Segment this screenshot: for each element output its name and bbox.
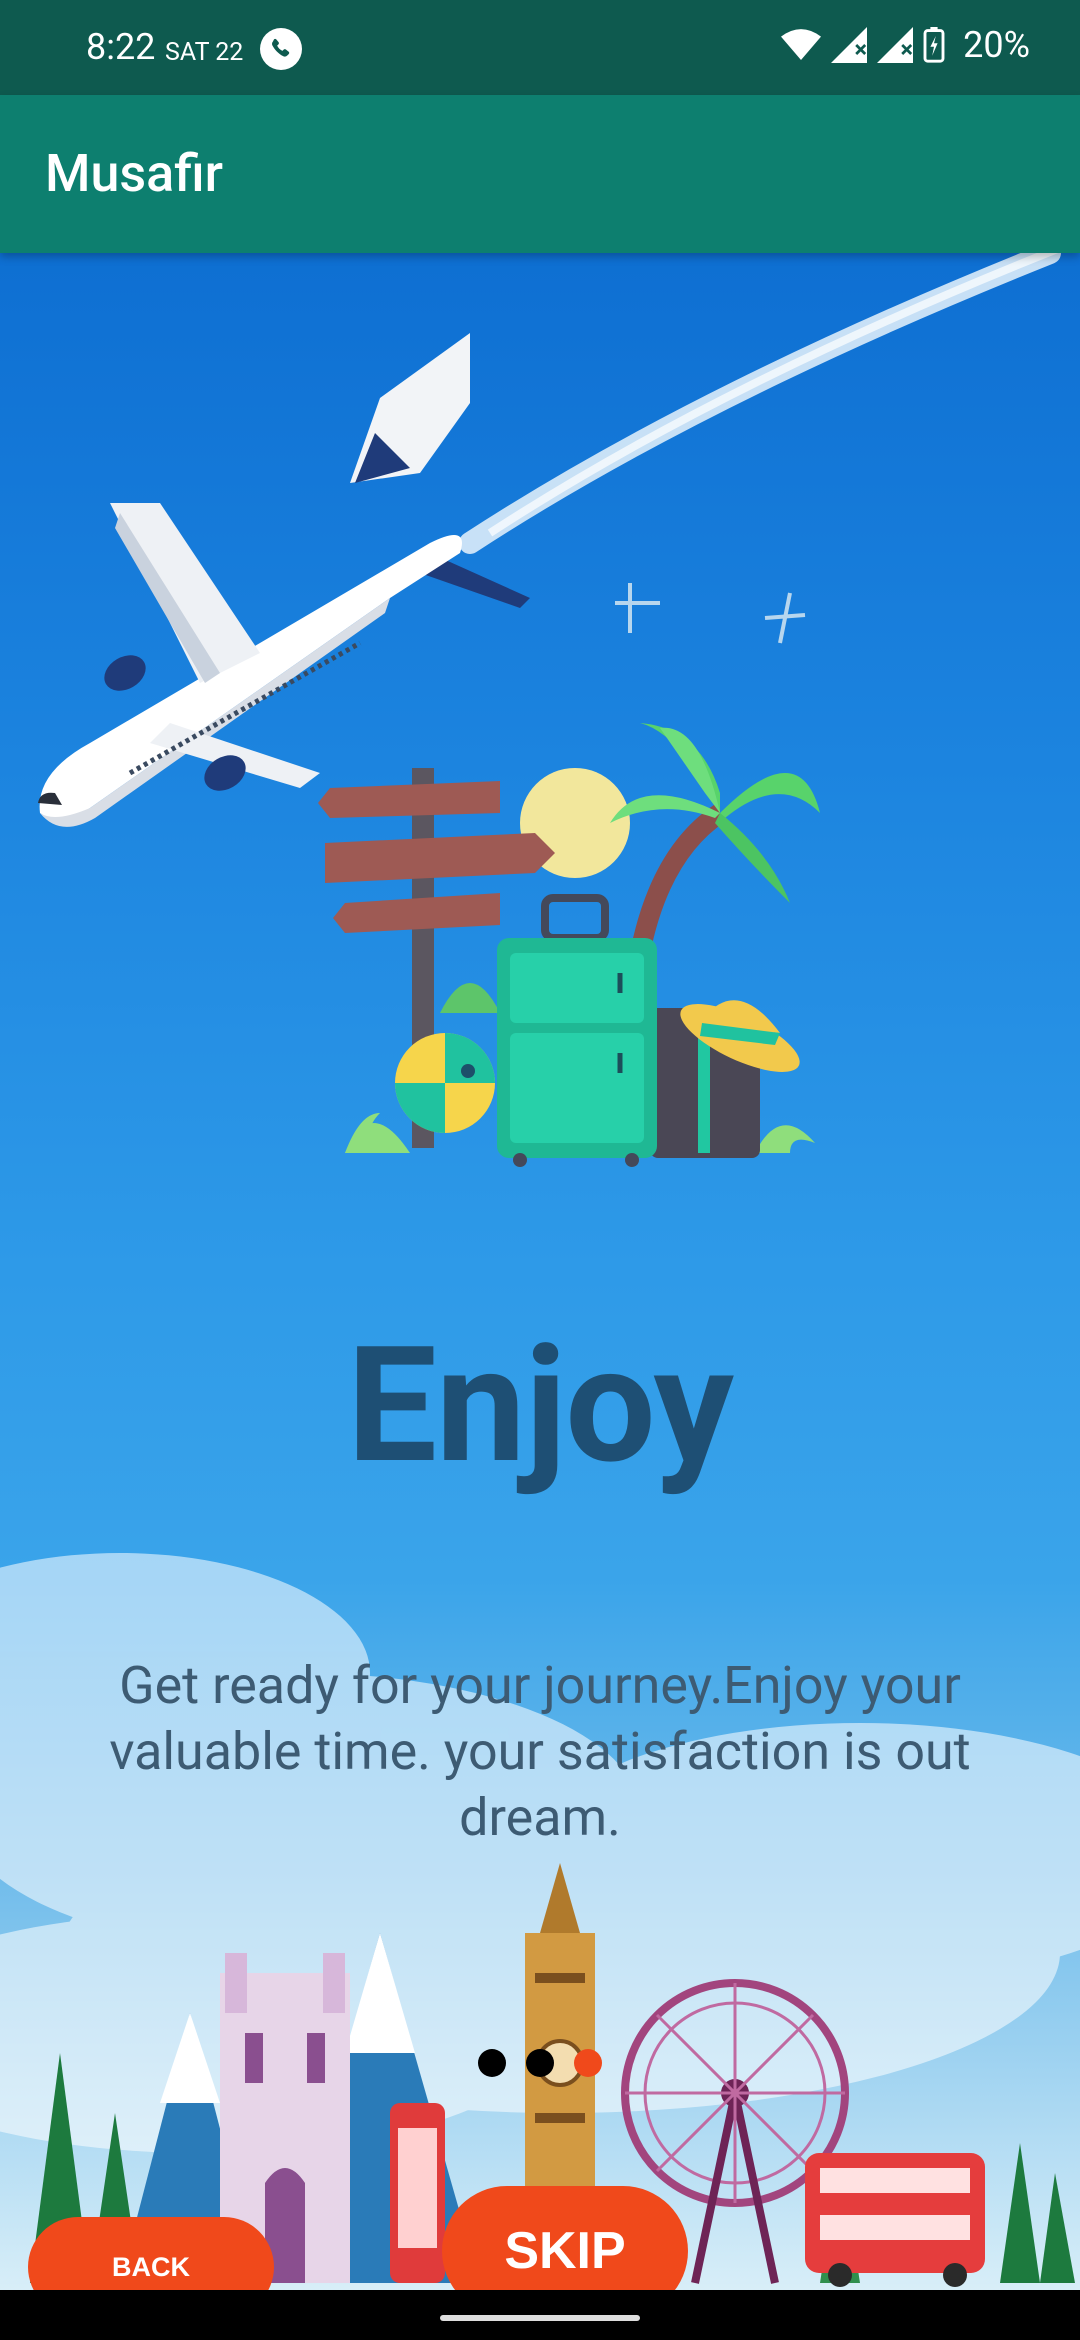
wifi-icon — [781, 29, 822, 60]
battery-percent: 20% — [963, 24, 1030, 66]
home-gesture-pill[interactable] — [440, 2315, 640, 2321]
page-indicator — [478, 2049, 602, 2077]
page-dot-2[interactable] — [526, 2049, 554, 2077]
suitcase-icon — [497, 894, 657, 1167]
double-decker-bus-icon — [805, 2153, 985, 2287]
page-dot-1[interactable] — [478, 2049, 506, 2077]
phone-call-icon — [260, 28, 302, 70]
onboarding-description: Get ready for your journey.Enjoy your va… — [109, 1655, 971, 1848]
birds-icon — [615, 583, 806, 644]
battery-charging-icon — [923, 27, 945, 63]
status-icons: 20% — [781, 24, 1030, 66]
background-illustration — [0, 253, 1080, 2287]
navigation-bar — [0, 2290, 1080, 2340]
status-time: 8:22 — [86, 26, 156, 68]
app-title: Musafir — [45, 143, 223, 204]
signal-icon — [877, 27, 914, 63]
status-day: SAT 22 — [165, 38, 244, 67]
phone-booth-icon — [390, 2103, 445, 2283]
airplane-icon — [38, 333, 530, 827]
app-bar: Musafir — [0, 95, 1080, 253]
page-dot-3-active[interactable] — [574, 2049, 602, 2077]
status-bar: 8:22 SAT 22 20% — [0, 0, 1080, 95]
onboarding-page: Enjoy Get ready for your journey.Enjoy y… — [0, 253, 1080, 2290]
beach-ball-icon — [395, 1033, 495, 1133]
onboarding-heading: Enjoy — [346, 1313, 734, 1500]
palm-tree-icon — [610, 723, 820, 955]
signal-icon — [831, 27, 868, 63]
